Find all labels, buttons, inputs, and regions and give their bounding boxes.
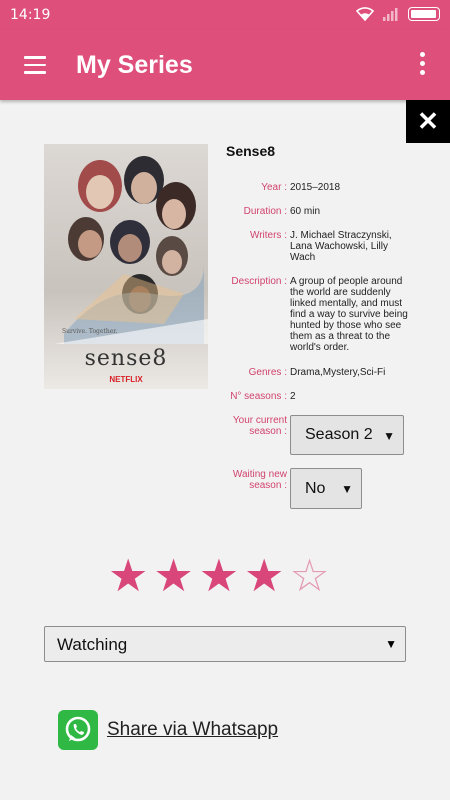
status-time: 14:19 (10, 7, 51, 23)
seasons-label: N° seasons : (230, 391, 287, 402)
seasons-value: 2 (290, 391, 296, 402)
whatsapp-icon (58, 710, 98, 750)
description-label: Description : (231, 276, 287, 287)
wifi-icon (356, 7, 374, 21)
share-label: Share via Whatsapp (107, 719, 279, 740)
hamburger-menu-icon[interactable] (24, 56, 46, 74)
star-filled-icon[interactable]: ★ (153, 553, 193, 598)
genres-value: Drama,Mystery,Sci-Fi (290, 367, 386, 378)
rating-stars[interactable]: ★ ★ ★ ★ ☆ (108, 553, 330, 598)
dropdown-arrow-icon: ▼ (383, 429, 395, 443)
year-label: Year : (261, 182, 287, 193)
current-season-select[interactable]: Season 2 ▼ (290, 415, 404, 455)
duration-label: Duration : (243, 206, 287, 217)
writers-label: Writers : (249, 230, 287, 241)
share-whatsapp-button[interactable]: Share via Whatsapp (58, 710, 278, 750)
waiting-season-select[interactable]: No ▼ (290, 468, 362, 509)
battery-icon (408, 7, 440, 21)
current-season-value: Season 2 (305, 426, 373, 443)
year-value: 2015–2018 (290, 182, 341, 193)
signal-icon (383, 8, 398, 21)
duration-value: 60 min (290, 206, 321, 217)
series-poster: Survive. Together. sense8 NETFLIX (44, 144, 208, 389)
status-icons (356, 7, 440, 21)
star-filled-icon[interactable]: ★ (108, 553, 148, 598)
overflow-menu-icon[interactable] (420, 52, 426, 78)
series-title: Sense8 (226, 143, 276, 159)
waiting-season-value: No (305, 480, 326, 497)
star-filled-icon[interactable]: ★ (199, 553, 239, 598)
star-filled-icon[interactable]: ★ (244, 553, 284, 598)
dropdown-arrow-icon: ▼ (341, 482, 353, 496)
description-value: A group of people around the world are s… (290, 276, 408, 353)
close-button[interactable]: ✕ (406, 100, 450, 143)
waiting-season-label: Waiting new season : (232, 469, 287, 491)
star-empty-icon[interactable]: ☆ (289, 553, 329, 598)
genres-label: Genres : (248, 367, 287, 378)
dropdown-arrow-icon: ▼ (385, 637, 397, 651)
current-season-label: Your current season : (232, 415, 287, 437)
writers-value: J. Michael Straczynski, Lana Wachowski, … (290, 230, 392, 263)
poster-title: sense8 (84, 346, 168, 371)
app-bar: My Series (0, 30, 450, 100)
watch-status-select[interactable]: Watching ▼ (44, 626, 406, 662)
watch-status-value: Watching (57, 635, 128, 654)
status-bar: 14:19 (0, 0, 450, 30)
app-title: My Series (76, 51, 193, 79)
poster-tagline: Survive. Together. (62, 328, 118, 335)
netflix-logo: NETFLIX (109, 375, 143, 384)
